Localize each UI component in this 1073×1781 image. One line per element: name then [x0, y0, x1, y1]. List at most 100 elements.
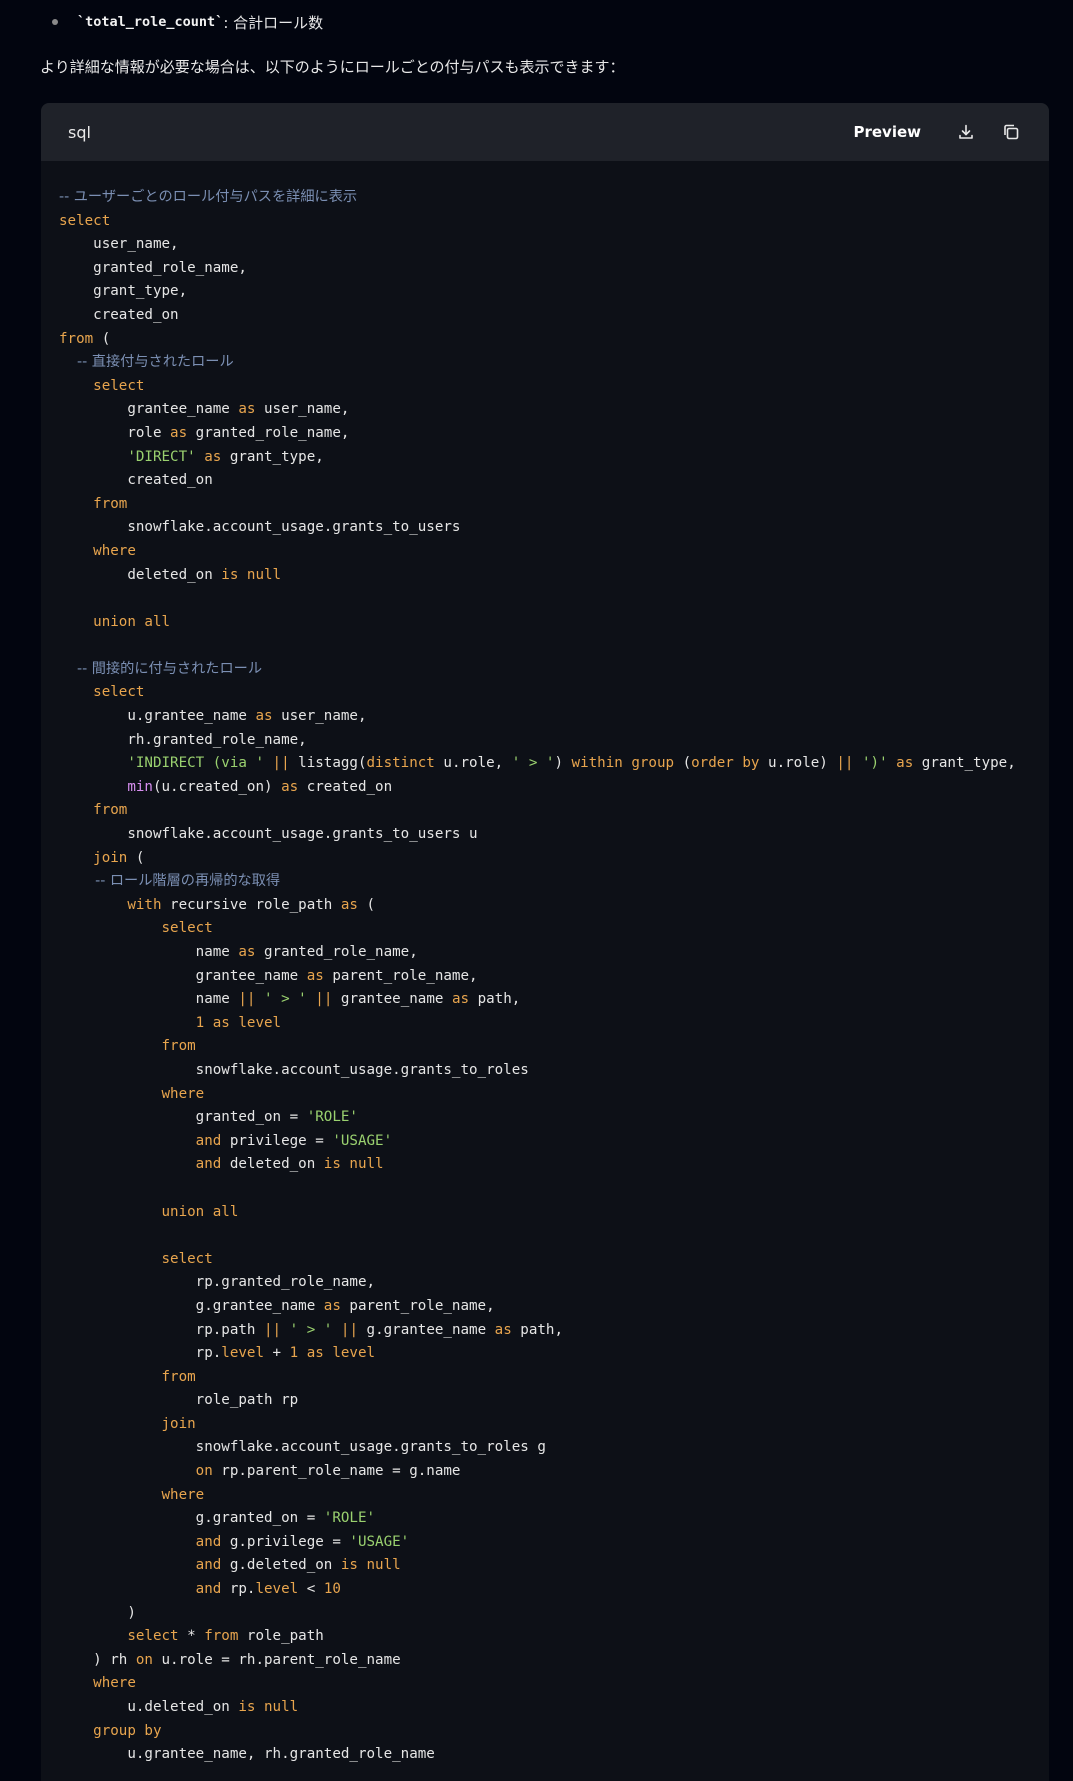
- code-line: group by: [59, 1720, 1016, 1744]
- code-keyword: select: [59, 684, 145, 701]
- code-keyword: where: [59, 1085, 205, 1102]
- code-line: where: [59, 540, 1016, 564]
- code-text: g.deleted_on: [221, 1557, 341, 1574]
- preview-button[interactable]: Preview: [853, 123, 921, 141]
- code-text: (: [127, 849, 145, 866]
- code-keyword: level: [255, 1581, 299, 1598]
- code-line: snowflake.account_usage.grants_to_roles …: [59, 1436, 1016, 1460]
- code-line: ): [59, 1602, 1016, 1626]
- code-text: name: [59, 991, 239, 1008]
- code-line: rp.level + 1 as level: [59, 1342, 1016, 1366]
- code-line: and g.deleted_on is null: [59, 1554, 1016, 1578]
- code-text: grant_type,: [221, 448, 324, 465]
- code-line: user_name,: [59, 233, 1016, 257]
- code-keyword: as: [306, 967, 324, 984]
- code-text: g.privilege =: [221, 1533, 350, 1550]
- code-text: deleted_on: [59, 566, 222, 583]
- code-text: user_name,: [272, 708, 367, 725]
- code-text: ) rh: [59, 1651, 136, 1668]
- code-text: grantee_name: [332, 991, 452, 1008]
- code-line: select: [59, 210, 1016, 234]
- code-line: grantee_name as parent_role_name,: [59, 965, 1016, 989]
- code-keyword: is null: [221, 566, 282, 583]
- code-text: privilege =: [221, 1132, 333, 1149]
- code-text: rp.path: [59, 1321, 264, 1338]
- code-function: min: [59, 778, 153, 795]
- code-text: (: [93, 330, 111, 347]
- code-line: -- 直接付与されたロール: [59, 351, 1016, 375]
- code-text: snowflake.account_usage.grants_to_roles …: [59, 1439, 546, 1456]
- code-keyword: select: [59, 212, 111, 229]
- code-comment: -- ユーザーごとのロール付与パスを詳細に表示: [59, 189, 358, 205]
- code-line: granted_on = 'ROLE': [59, 1106, 1016, 1130]
- code-text: recursive role_path: [161, 896, 341, 913]
- code-line: union all: [59, 611, 1016, 635]
- code-line: u.deleted_on is null: [59, 1696, 1016, 1720]
- code-text: u.role = rh.parent_role_name: [152, 1651, 401, 1668]
- code-line: role as granted_role_name,: [59, 422, 1016, 446]
- code-keyword: union all: [59, 1203, 239, 1220]
- code-text: (: [357, 896, 376, 913]
- code-text: snowflake.account_usage.grants_to_roles: [59, 1061, 529, 1078]
- code-line: and rp.level < 10: [59, 1578, 1016, 1602]
- code-line: join: [59, 1413, 1016, 1437]
- code-keyword: as: [896, 755, 914, 772]
- code-text: name: [59, 944, 239, 960]
- code-keyword: ||: [836, 755, 854, 772]
- code-line: from (: [59, 328, 1016, 352]
- code-text: user_name,: [255, 401, 350, 418]
- code-text: *: [178, 1628, 205, 1645]
- code-text: user_name,: [59, 236, 179, 253]
- code-line: 1 as level: [59, 1012, 1016, 1036]
- code-text: ): [554, 755, 572, 772]
- code-line: select: [59, 1248, 1016, 1272]
- code-keyword: 10: [323, 1581, 341, 1598]
- code-keyword: and: [59, 1156, 222, 1173]
- code-line: created_on: [59, 469, 1016, 493]
- code-keyword: is null: [340, 1557, 401, 1574]
- code-keyword: 1 as level: [59, 1014, 282, 1031]
- code-keyword: as: [204, 448, 222, 465]
- code-keyword: where: [59, 542, 136, 559]
- code-keyword: from: [59, 1368, 196, 1385]
- code-keyword: where: [59, 1486, 205, 1503]
- code-line: granted_role_name,: [59, 257, 1016, 281]
- code-keyword: and: [59, 1557, 222, 1574]
- download-icon[interactable]: [955, 121, 977, 143]
- code-line: deleted_on is null: [59, 564, 1016, 588]
- bullet-description: : 合計ロール数: [223, 13, 324, 32]
- code-keyword: from: [59, 1038, 196, 1055]
- code-keyword: on: [135, 1651, 153, 1668]
- code-keyword: order by: [691, 755, 760, 772]
- code-line: with recursive role_path as (: [59, 894, 1016, 918]
- code-line: from: [59, 1366, 1016, 1390]
- code-keyword: as: [281, 778, 299, 795]
- copy-icon[interactable]: [1000, 121, 1022, 143]
- code-line: 'INDIRECT (via ' || listagg(distinct u.r…: [59, 752, 1015, 776]
- code-keyword: as: [451, 991, 470, 1008]
- code-text: rp.: [221, 1581, 256, 1598]
- code-string: ' > ': [511, 755, 555, 772]
- intro-paragraph: より詳細な情報が必要な場合は、以下のようにロールごとの付与パスも表示できます：: [40, 57, 625, 76]
- code-language-label: sql: [68, 122, 91, 142]
- code-keyword: is null: [238, 1699, 299, 1715]
- code-keyword: within group: [571, 755, 675, 772]
- code-text: parent_role_name,: [323, 967, 478, 984]
- code-string: ' > ': [289, 1321, 333, 1338]
- code-line: -- ユーザーごとのロール付与パスを詳細に表示: [59, 186, 1016, 210]
- code-keyword: ||: [340, 1321, 358, 1338]
- code-keyword: ||: [238, 991, 256, 1008]
- code-keyword: group by: [59, 1722, 162, 1739]
- bullet-dot: [52, 19, 58, 25]
- code-comment: -- 間接的に付与されたロール: [59, 660, 263, 677]
- code-keyword: ||: [264, 1321, 282, 1338]
- code-keyword: and: [59, 1533, 222, 1550]
- code-string: 'ROLE': [323, 1510, 376, 1527]
- code-text: u.grantee_name: [59, 708, 256, 725]
- code-string: ')': [862, 755, 888, 772]
